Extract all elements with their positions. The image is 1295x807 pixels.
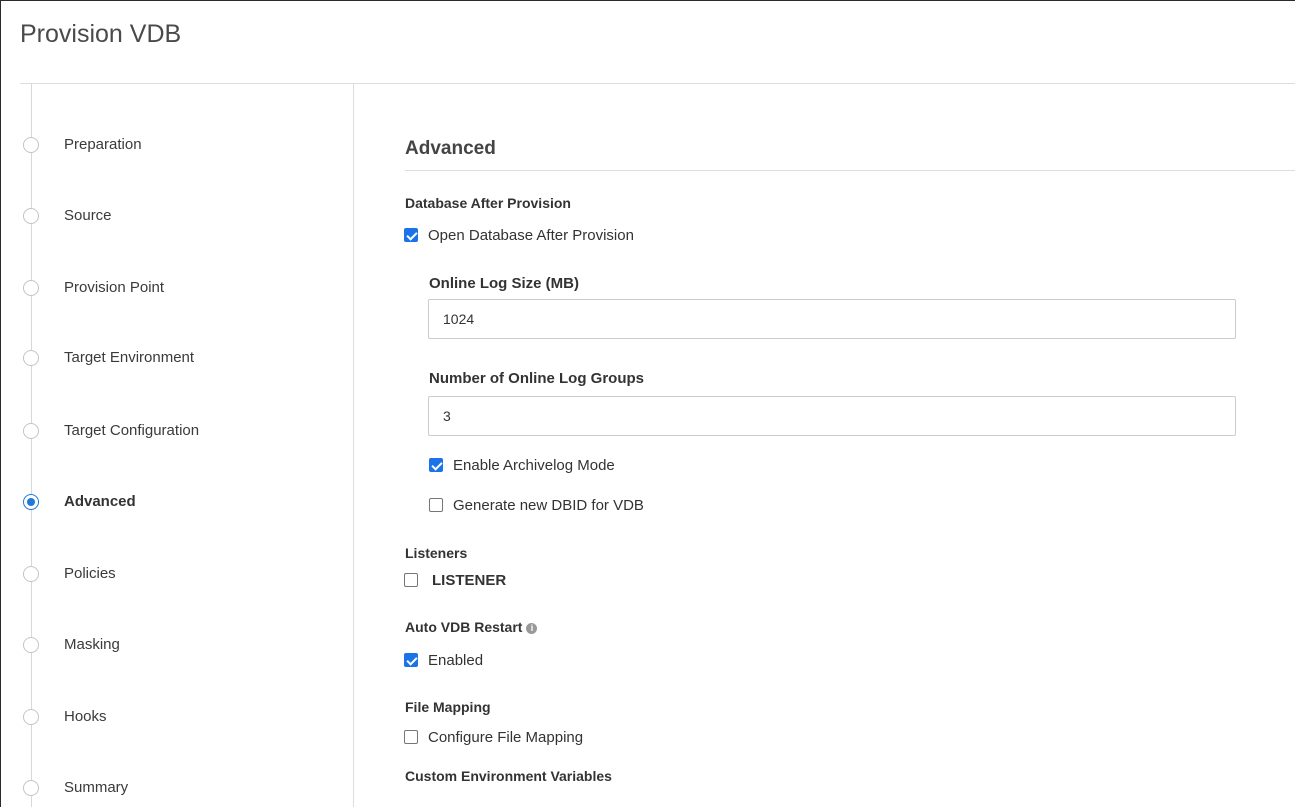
checkbox-label: Open Database After Provision [428, 226, 634, 244]
online-log-groups-input[interactable] [428, 396, 1236, 436]
step-target-environment[interactable]: Target Environment [0, 343, 353, 373]
step-label: Target Configuration [64, 422, 200, 439]
step-label: Hooks [64, 708, 107, 725]
listener-checkbox[interactable]: LISTENER [404, 570, 506, 590]
advanced-panel: Advanced Database After Provision Open D… [355, 84, 1295, 807]
configure-file-mapping-checkbox[interactable]: Configure File Mapping [404, 727, 583, 747]
step-policies[interactable]: Policies [0, 559, 353, 589]
auto-vdb-restart-heading: Auto VDB Restart i [405, 619, 538, 635]
step-status-circle-icon [23, 137, 39, 153]
page-header: Provision VDB [0, 0, 1295, 84]
section-divider [405, 170, 1295, 171]
checkbox-label: Generate new DBID for VDB [453, 496, 644, 514]
step-active-circle-icon [23, 494, 39, 510]
generate-dbid-checkbox[interactable]: Generate new DBID for VDB [429, 495, 644, 515]
wizard-steps-sidebar: Preparation Source Provision Point Targe… [0, 84, 354, 807]
step-preparation[interactable]: Preparation [0, 130, 353, 160]
step-status-circle-icon [23, 280, 39, 296]
step-status-circle-icon [23, 208, 39, 224]
auto-restart-enabled-checkbox[interactable]: Enabled [404, 650, 483, 670]
step-status-circle-icon [23, 350, 39, 366]
auto-vdb-restart-label: Auto VDB Restart [405, 619, 523, 635]
step-status-circle-icon [23, 637, 39, 653]
step-label: Preparation [64, 136, 142, 153]
step-status-circle-icon [23, 709, 39, 725]
step-provision-point[interactable]: Provision Point [0, 273, 353, 303]
custom-env-vars-heading: Custom Environment Variables [405, 768, 612, 784]
info-icon[interactable]: i [526, 623, 538, 634]
checkbox-checked-icon [404, 228, 418, 242]
step-status-circle-icon [23, 566, 39, 582]
section-title: Advanced [405, 138, 496, 159]
checkbox-unchecked-icon [404, 573, 418, 587]
checkbox-label: Enabled [428, 651, 484, 669]
checkbox-label: Configure File Mapping [428, 728, 584, 746]
step-target-configuration[interactable]: Target Configuration [0, 416, 353, 446]
enable-archivelog-checkbox[interactable]: Enable Archivelog Mode [429, 455, 615, 475]
step-label: Policies [64, 565, 116, 582]
step-label: Source [64, 207, 112, 224]
step-label: Advanced [64, 493, 136, 510]
checkbox-label: LISTENER [432, 571, 507, 589]
step-status-circle-icon [23, 423, 39, 439]
checkbox-checked-icon [429, 458, 443, 472]
checkbox-checked-icon [404, 653, 418, 667]
online-log-groups-label: Number of Online Log Groups [429, 370, 644, 387]
file-mapping-heading: File Mapping [405, 699, 491, 715]
step-label: Summary [64, 779, 129, 796]
step-hooks[interactable]: Hooks [0, 702, 353, 732]
step-source[interactable]: Source [0, 201, 353, 231]
database-after-provision-heading: Database After Provision [405, 195, 571, 211]
step-label: Target Environment [64, 349, 195, 366]
step-masking[interactable]: Masking [0, 630, 353, 660]
online-log-size-input[interactable] [428, 299, 1236, 339]
step-label: Masking [64, 636, 120, 653]
step-label: Provision Point [64, 279, 165, 296]
online-log-size-label: Online Log Size (MB) [429, 275, 579, 292]
listeners-heading: Listeners [405, 545, 468, 561]
step-summary[interactable]: Summary [0, 773, 353, 803]
open-database-checkbox[interactable]: Open Database After Provision [404, 225, 634, 245]
step-status-circle-icon [23, 780, 39, 796]
page-title: Provision VDB [20, 20, 182, 48]
checkbox-label: Enable Archivelog Mode [453, 456, 615, 474]
checkbox-unchecked-icon [404, 730, 418, 744]
step-advanced[interactable]: Advanced [0, 487, 353, 517]
checkbox-unchecked-icon [429, 498, 443, 512]
